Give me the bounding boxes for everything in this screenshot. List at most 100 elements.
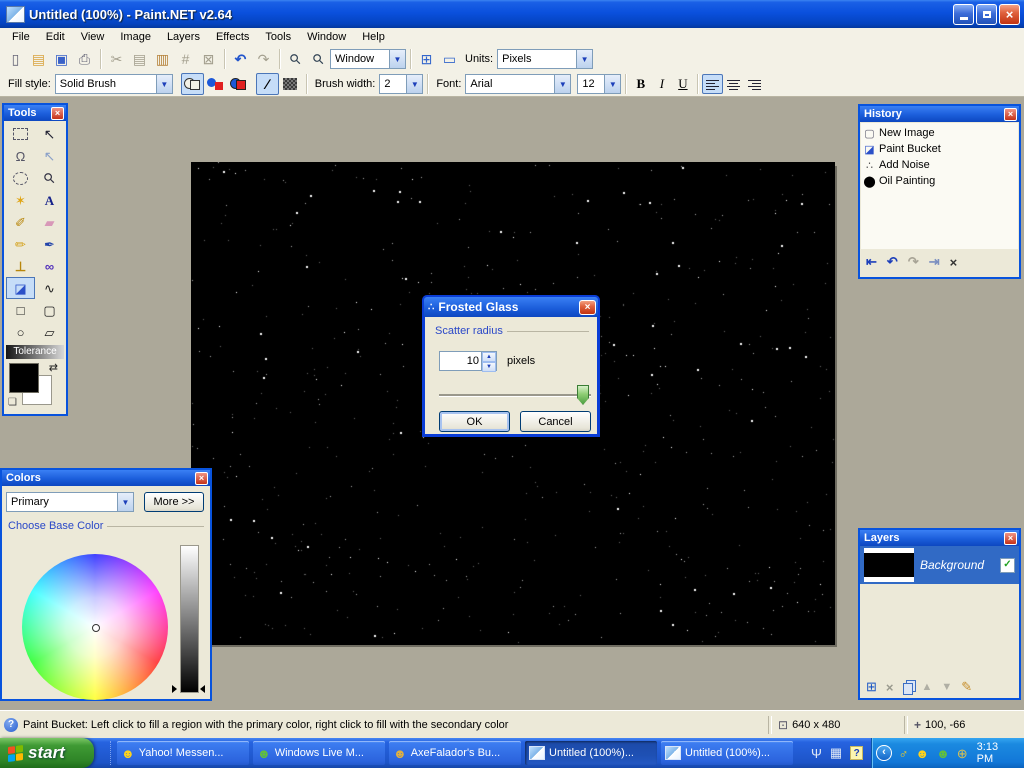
menu-tools[interactable]: Tools [257,29,299,45]
shape-outline-button[interactable] [181,73,204,95]
taskbar-task-paintnet-1[interactable]: Untitled (100%)... [525,741,657,765]
history-delete-button[interactable]: × [950,255,958,270]
units-select[interactable]: Pixels ▼ [497,49,593,69]
tool-magic-wand[interactable]: ✶ [6,189,35,211]
scatter-radius-slider[interactable] [439,385,591,405]
taskbar-task-paintnet-2[interactable]: Untitled (100%)... [661,741,793,765]
align-left-button[interactable] [702,74,723,94]
zoom-out-button[interactable]: ⚲ [307,48,330,70]
title-bar[interactable]: Untitled (100%) - Paint.NET v2.64 × [0,0,1024,28]
cancel-button[interactable]: Cancel [520,411,591,432]
tool-rectangle[interactable]: □ [6,299,35,321]
yahoo-tray-icon[interactable]: ☻ [915,747,929,760]
duplicate-layer-button[interactable] [903,683,913,695]
move-layer-up-button[interactable]: ▲ [922,681,933,693]
font-size-select[interactable]: 12 ▼ [577,74,621,94]
history-redo-button[interactable]: ↷ [908,254,919,270]
slider-thumb[interactable] [577,385,589,405]
tool-color-picker[interactable]: ✒ [35,233,64,255]
layer-properties-button[interactable]: ✎ [961,679,972,695]
color-mode-select[interactable]: Primary ▼ [6,492,134,512]
brush-width-select[interactable]: 2 ▼ [379,74,423,94]
tool-ellipse-select[interactable] [6,167,35,189]
ok-button[interactable]: OK [439,411,510,432]
history-rewind-button[interactable]: ⇤ [866,254,877,270]
tool-zoom[interactable]: ⚲ [35,167,64,189]
font-select[interactable]: Arial ▼ [465,74,571,94]
tools-palette-titlebar[interactable]: Tools × [4,105,66,121]
tool-recolor[interactable]: ∞ [35,255,64,277]
volume-icon[interactable]: Ψ [811,746,822,761]
tool-ellipse[interactable]: ○ [6,321,35,343]
tool-line-curve[interactable]: ∿ [35,277,64,299]
history-item[interactable]: ◪ Paint Bucket [863,141,1018,157]
history-item[interactable]: ∴ Add Noise [863,157,1018,173]
cut-button[interactable]: ✂ [105,48,128,70]
spin-down-icon[interactable]: ▼ [482,362,496,372]
shape-filled-outline-button[interactable] [227,73,250,95]
menu-image[interactable]: Image [112,29,159,45]
help-tray-icon[interactable]: ? [850,746,863,760]
save-button[interactable]: ▣ [50,48,73,70]
tolerance-slider[interactable]: Tolerance [6,345,64,359]
print-button[interactable]: ⎙ [73,48,96,70]
minimize-button[interactable] [953,4,974,25]
tool-paintbrush[interactable]: ✐ [6,211,35,233]
history-item[interactable]: ▢ New Image [863,125,1018,141]
tool-paint-bucket[interactable]: ◪ [6,277,35,299]
move-layer-down-button[interactable]: ▼ [941,681,952,693]
colors-close-button[interactable]: × [195,472,208,485]
new-button[interactable]: ▯ [4,48,27,70]
color-wheel[interactable] [22,554,168,700]
start-button[interactable]: start [0,738,94,768]
menu-view[interactable]: View [73,29,113,45]
layer-visible-checkbox[interactable]: ✓ [1000,558,1015,573]
menu-layers[interactable]: Layers [159,29,208,45]
scatter-radius-input[interactable]: 10 ▲ ▼ [439,351,497,371]
tool-text[interactable]: A [35,189,64,211]
history-item[interactable]: ⬤ Oil Painting [863,173,1018,189]
history-close-button[interactable]: × [1004,108,1017,121]
tool-move-selection[interactable]: ↖ [35,145,64,167]
layer-row-background[interactable]: Background ✓ [860,546,1019,584]
add-layer-button[interactable]: ⊞ [866,679,877,695]
dialog-close-button[interactable]: × [579,300,596,315]
menu-effects[interactable]: Effects [208,29,257,45]
tool-clone-stamp[interactable]: ⊥ [6,255,35,277]
layers-close-button[interactable]: × [1004,532,1017,545]
reset-colors-icon[interactable]: ❏ [8,397,17,408]
spin-up-icon[interactable]: ▲ [482,352,496,362]
more-button[interactable]: More >> [144,492,204,512]
undo-button[interactable]: ↶ [229,48,252,70]
aim-icon[interactable]: ♂ [899,747,909,760]
redo-button[interactable]: ↷ [252,48,275,70]
dialog-titlebar[interactable]: ∴ Frosted Glass × [424,297,598,317]
tool-pencil[interactable]: ✏ [6,233,35,255]
align-right-button[interactable] [744,74,765,94]
align-center-button[interactable] [723,74,744,94]
deselect-button[interactable]: ⊠ [197,48,220,70]
taskbar-task-axefalador[interactable]: ☻ AxeFalador's Bu... [389,741,521,765]
underline-button[interactable]: U [672,74,693,94]
antialias-button[interactable]: ∕ [256,73,279,95]
no-antialias-button[interactable] [279,73,302,95]
layers-palette-titlebar[interactable]: Layers × [860,530,1019,546]
shape-filled-button[interactable] [204,73,227,95]
messenger-tray-icon[interactable]: ☻ [936,747,950,760]
colors-palette-titlebar[interactable]: Colors × [2,470,210,486]
display-settings-icon[interactable]: ▦ [830,745,842,761]
history-fast-forward-button[interactable]: ⇥ [929,254,940,270]
tool-rectangle-select[interactable] [6,123,35,145]
tool-move[interactable]: ↖ [35,123,64,145]
tool-eraser[interactable]: ▰ [35,211,64,233]
collapse-chevron-icon[interactable]: ‹ [876,745,891,761]
copy-button[interactable]: ▤ [128,48,151,70]
fill-style-select[interactable]: Solid Brush ▼ [55,74,173,94]
italic-button[interactable]: I [651,74,672,94]
taskbar-task-yahoo-messenger[interactable]: ☻ Yahoo! Messen... [117,741,249,765]
taskbar-task-windows-live[interactable]: ☻ Windows Live M... [253,741,385,765]
open-button[interactable]: ▤ [27,48,50,70]
swap-colors-icon[interactable]: ⇄ [49,361,58,374]
zoom-in-button[interactable]: ⚲ [284,48,307,70]
primary-color-swatch[interactable] [9,363,39,393]
